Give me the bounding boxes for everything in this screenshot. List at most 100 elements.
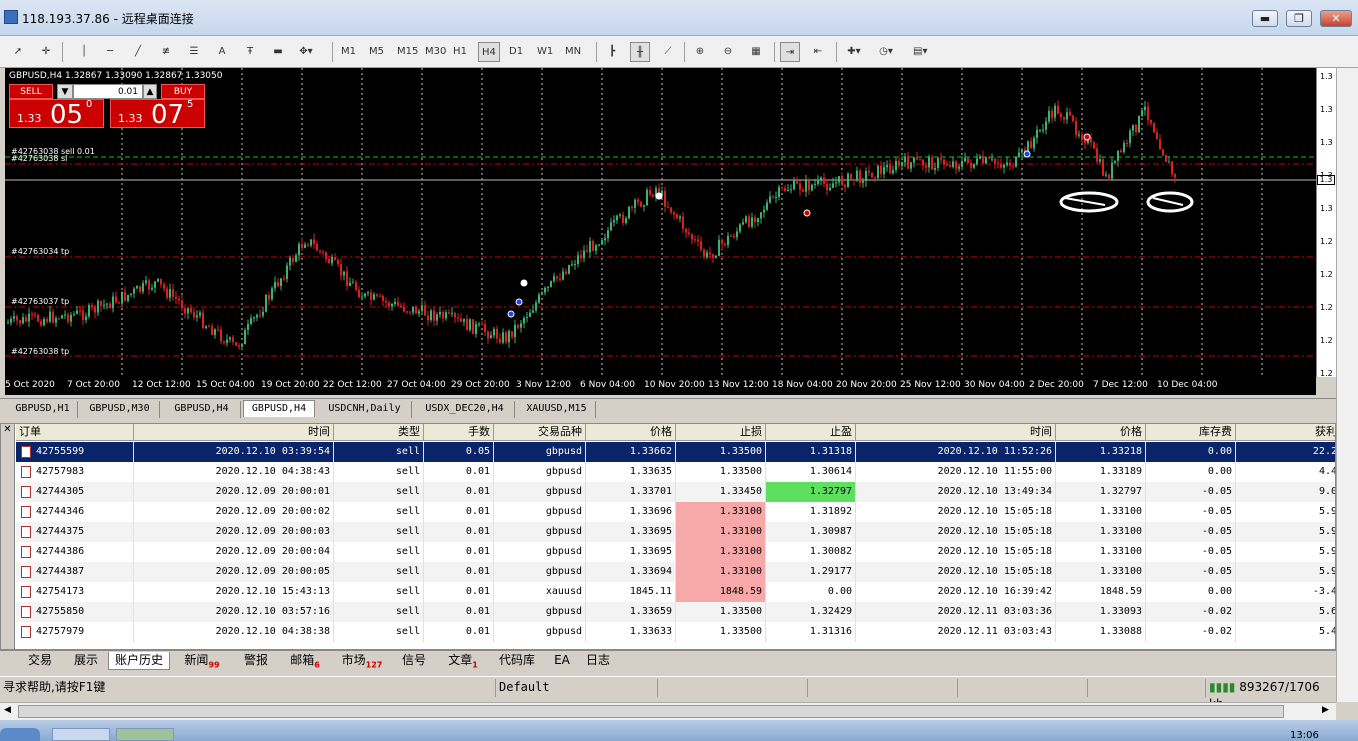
column-header[interactable]: 时间 xyxy=(134,424,334,441)
chart-tab[interactable]: GBPUSD,M30 xyxy=(80,401,160,418)
timeframe-m5[interactable]: M5 xyxy=(366,42,387,62)
terminal-tab[interactable]: 代码库 xyxy=(490,652,544,670)
sell-price-box[interactable]: 1.33 05 0 xyxy=(9,99,104,130)
close-button[interactable]: ✕ xyxy=(1320,10,1352,27)
timeframe-w1[interactable]: W1 xyxy=(534,42,556,62)
column-header[interactable]: 订单 xyxy=(16,424,134,441)
vertical-line-icon[interactable]: │ xyxy=(74,42,94,62)
table-row[interactable]: 42744305 2020.12.09 20:00:01 sell 0.01 gbpus… xyxy=(16,482,1335,502)
rectangle-icon[interactable]: ▬ xyxy=(268,42,288,62)
candle-body xyxy=(799,183,801,190)
column-header[interactable]: 获利 xyxy=(1236,424,1335,441)
autoscroll-icon[interactable]: ⇥ xyxy=(780,42,800,62)
taskbar-app-icon[interactable] xyxy=(52,728,110,741)
table-row[interactable]: 42744346 2020.12.09 20:00:02 sell 0.01 gbpus… xyxy=(16,502,1335,522)
channel-icon[interactable]: ≢ xyxy=(156,42,176,62)
terminal-tab[interactable]: 展示 xyxy=(64,652,108,670)
table-row[interactable]: 42755599 2020.12.10 03:39:54 sell 0.05 gbpus… xyxy=(16,442,1335,462)
timeframe-h4[interactable]: H4 xyxy=(478,42,500,62)
indicators-icon[interactable]: ✚▾ xyxy=(844,42,864,62)
crosshair-icon[interactable]: ✛ xyxy=(36,42,56,62)
cursor-icon[interactable]: ➚ xyxy=(8,42,28,62)
tab-label: 账户历史 xyxy=(114,653,163,667)
terminal-tab[interactable]: 警报 xyxy=(234,652,278,670)
table-row[interactable]: 42744387 2020.12.09 20:00:05 sell 0.01 gbpus… xyxy=(16,562,1335,582)
timeframe-m15[interactable]: M15 xyxy=(394,42,421,62)
candle-body xyxy=(157,278,159,282)
candle-body xyxy=(802,189,804,192)
timeframe-mn[interactable]: MN xyxy=(562,42,584,62)
column-header[interactable]: 类型 xyxy=(334,424,424,441)
chart-tab[interactable]: USDCNH,Daily xyxy=(318,401,412,418)
vertical-scrollbar[interactable] xyxy=(1336,68,1358,702)
column-header[interactable]: 止盈 xyxy=(766,424,856,441)
taskbar-app-icon[interactable] xyxy=(116,728,174,741)
terminal-tab[interactable]: 文章1 xyxy=(440,652,486,670)
column-header[interactable]: 止损 xyxy=(676,424,766,441)
terminal-tab[interactable]: EA xyxy=(548,652,576,670)
terminal-tab[interactable]: 市场127 xyxy=(332,652,392,670)
text-icon[interactable]: A xyxy=(212,42,232,62)
zoom-out-icon[interactable]: ⊖ xyxy=(718,42,738,62)
text-label-icon[interactable]: Ŧ xyxy=(240,42,260,62)
order-doc-icon xyxy=(21,606,31,618)
start-button-icon[interactable] xyxy=(0,728,40,741)
table-row[interactable]: 42744386 2020.12.09 20:00:04 sell 0.01 gbpus… xyxy=(16,542,1335,562)
buy-button[interactable]: BUY xyxy=(161,84,205,99)
line-chart-icon[interactable]: ⟋ xyxy=(658,42,678,62)
buy-price-box[interactable]: 1.33 07 5 xyxy=(110,99,205,130)
chart-tab[interactable]: XAUUSD,M15 xyxy=(518,401,596,418)
timeframe-h1[interactable]: H1 xyxy=(450,42,470,62)
column-header[interactable]: 价格 xyxy=(1056,424,1146,441)
tile-windows-icon[interactable]: ▦ xyxy=(746,42,766,62)
table-row[interactable]: 42755850 2020.12.10 03:57:16 sell 0.01 gbpus… xyxy=(16,602,1335,622)
table-row[interactable]: 42754173 2020.12.10 15:43:13 sell 0.01 xauus… xyxy=(16,582,1335,602)
candle-body xyxy=(985,157,987,164)
candlestick-icon[interactable]: ╫ xyxy=(630,42,650,62)
scroll-left-icon[interactable]: ◀ xyxy=(4,705,11,715)
price-chart[interactable]: GBPUSD,H4 1.32867 1.33090 1.32867 1.3305… xyxy=(5,68,1316,377)
table-row[interactable]: 42757983 2020.12.10 04:38:43 sell 0.01 gbpus… xyxy=(16,462,1335,482)
templates-icon[interactable]: ▤▾ xyxy=(910,42,930,62)
timeframe-m30[interactable]: M30 xyxy=(422,42,449,62)
scroll-thumb[interactable] xyxy=(18,705,1284,718)
chart-tab[interactable]: GBPUSD,H1 xyxy=(8,401,78,418)
timeframe-m1[interactable]: M1 xyxy=(338,42,359,62)
chart-tab[interactable]: GBPUSD,H4 xyxy=(243,400,315,417)
close-terminal-icon[interactable]: ✕ xyxy=(1,424,15,649)
column-header[interactable]: 手数 xyxy=(424,424,494,441)
terminal-tab[interactable]: 账户历史 xyxy=(108,652,170,670)
horizontal-scrollbar[interactable]: ◀ ▶ xyxy=(0,702,1336,720)
lot-size-input[interactable]: 0.01 xyxy=(73,84,143,99)
timeframe-d1[interactable]: D1 xyxy=(506,42,526,62)
terminal-tab[interactable]: 邮箱6 xyxy=(280,652,330,670)
bar-chart-icon[interactable]: ┣ xyxy=(602,42,622,62)
table-row[interactable]: 42744375 2020.12.09 20:00:03 sell 0.01 gbpus… xyxy=(16,522,1335,542)
shapes-icon[interactable]: ✥▾ xyxy=(296,42,316,62)
table-cell: gbpusd xyxy=(494,622,586,642)
column-header[interactable]: 价格 xyxy=(586,424,676,441)
terminal-tab[interactable]: 交易 xyxy=(18,652,62,670)
column-header[interactable]: 时间 xyxy=(856,424,1056,441)
lot-dropdown-icon[interactable]: ▼ xyxy=(57,84,73,99)
terminal-tab[interactable]: 日志 xyxy=(580,652,616,670)
sell-price-prefix: 1.33 xyxy=(17,112,42,125)
sell-button[interactable]: SELL xyxy=(9,84,53,99)
chart-tab[interactable]: GBPUSD,H4 xyxy=(163,401,241,418)
column-header[interactable]: 交易品种 xyxy=(494,424,586,441)
minimize-button[interactable]: ▬ xyxy=(1252,10,1278,27)
fibonacci-icon[interactable]: ☰ xyxy=(184,42,204,62)
column-header[interactable]: 库存费 xyxy=(1146,424,1236,441)
chart-tab[interactable]: USDX_DEC20,H4 xyxy=(415,401,515,418)
maximize-button[interactable]: ❐ xyxy=(1286,10,1312,27)
terminal-tab[interactable]: 信号 xyxy=(396,652,432,670)
lot-up-icon[interactable]: ▲ xyxy=(143,84,157,99)
horizontal-line-icon[interactable]: ─ xyxy=(100,42,120,62)
chart-shift-icon[interactable]: ⇤ xyxy=(808,42,828,62)
zoom-in-icon[interactable]: ⊕ xyxy=(690,42,710,62)
terminal-tab[interactable]: 新闻99 xyxy=(174,652,230,670)
trendline-icon[interactable]: ╱ xyxy=(128,42,148,62)
scroll-right-icon[interactable]: ▶ xyxy=(1322,705,1329,715)
period-clock-icon[interactable]: ◷▾ xyxy=(876,42,896,62)
table-row[interactable]: 42757979 2020.12.10 04:38:38 sell 0.01 gbpus… xyxy=(16,622,1335,642)
